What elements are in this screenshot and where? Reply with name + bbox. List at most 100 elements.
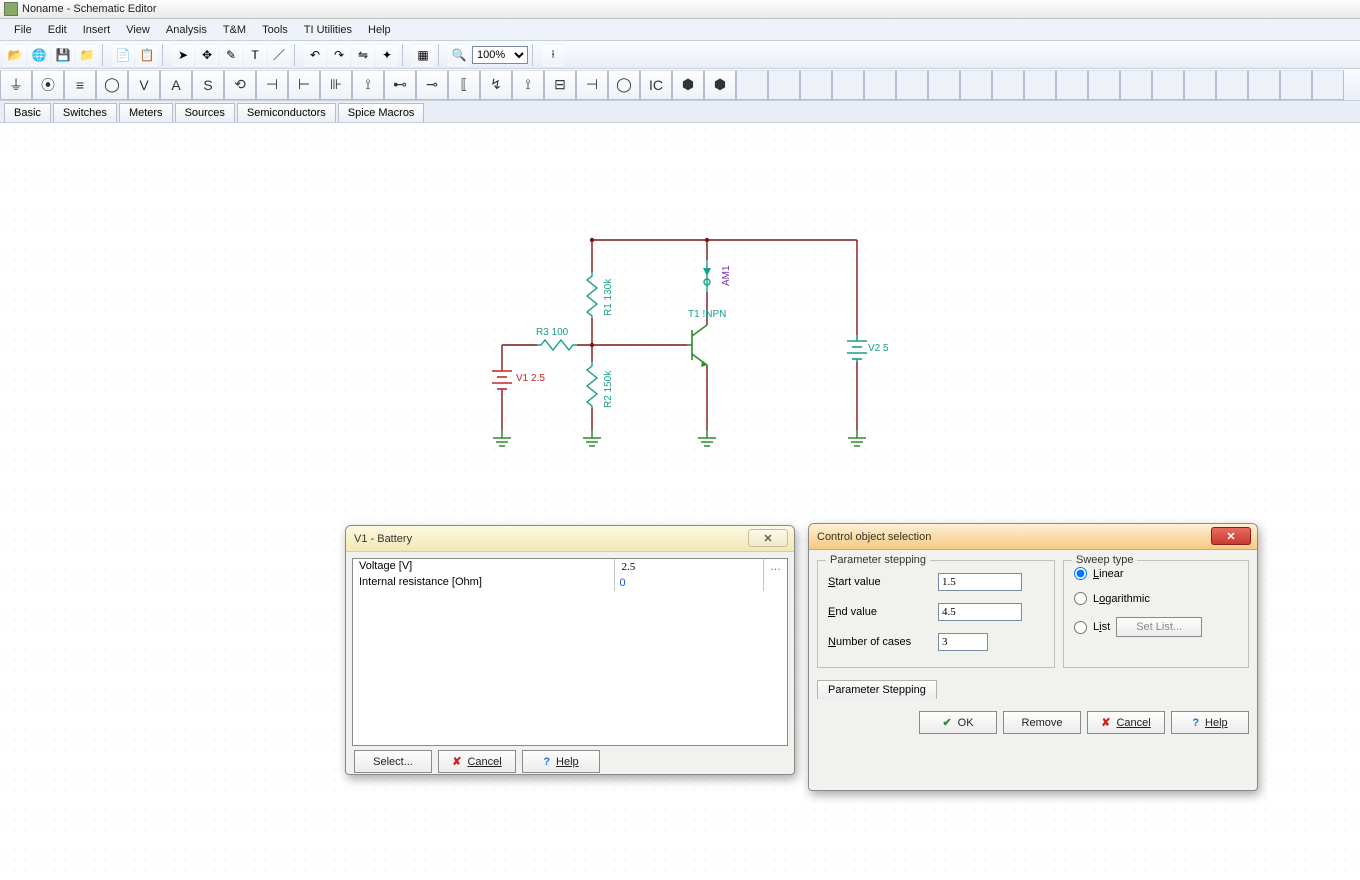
control-object-selection-dialog[interactable]: Control object selection ✕ Parameter ste… xyxy=(808,523,1258,791)
component-jumper-button[interactable]: ⟟ xyxy=(512,70,544,100)
menu-tm[interactable]: T&M xyxy=(215,21,254,39)
cancel-icon: ✘ xyxy=(1101,716,1110,729)
menu-insert[interactable]: Insert xyxy=(75,21,119,39)
sweep-type-fieldset: Sweep type Linear Logarithmic List Set L… xyxy=(1063,560,1249,668)
close-icon[interactable]: ✕ xyxy=(1211,527,1251,545)
component-resistor-button[interactable]: ⟲ xyxy=(224,70,256,100)
menu-edit[interactable]: Edit xyxy=(40,21,75,39)
component-switch-button[interactable]: ↯ xyxy=(480,70,512,100)
draw-line-button[interactable]: ／ xyxy=(268,44,290,66)
flip-horizontal-button[interactable]: ⇋ xyxy=(352,44,374,66)
zoom-tool-button[interactable]: 🔍 xyxy=(448,44,470,66)
property-value[interactable]: 0 xyxy=(615,575,763,591)
close-file-button[interactable]: 📁 xyxy=(76,44,98,66)
component-vsource-button[interactable]: ◯ xyxy=(96,70,128,100)
menu-view[interactable]: View xyxy=(118,21,158,39)
menu-analysis[interactable]: Analysis xyxy=(158,21,215,39)
menu-tools[interactable]: Tools xyxy=(254,21,296,39)
menu-ti-utilities[interactable]: TI Utilities xyxy=(296,21,360,39)
dialog-titlebar[interactable]: Control object selection ✕ xyxy=(809,524,1257,550)
component-port-button[interactable]: ⊣ xyxy=(576,70,608,100)
tab-sources[interactable]: Sources xyxy=(175,103,235,122)
component-battery-button[interactable]: ≡ xyxy=(64,70,96,100)
property-row-voltage[interactable]: Voltage [V] … xyxy=(353,559,787,575)
component-coupled-button[interactable]: ⊷ xyxy=(384,70,416,100)
tab-switches[interactable]: Switches xyxy=(53,103,117,122)
zoom-select[interactable]: 100% xyxy=(472,46,528,64)
component-voltmeter-button[interactable]: V xyxy=(128,70,160,100)
tab-semiconductors[interactable]: Semiconductors xyxy=(237,103,336,122)
select-tool-button[interactable]: ✥ xyxy=(196,44,218,66)
remove-button[interactable]: Remove xyxy=(1003,711,1081,734)
component-opamp-button[interactable]: ◯ xyxy=(608,70,640,100)
component-empty-slot xyxy=(1184,70,1216,100)
property-label: Internal resistance [Ohm] xyxy=(353,575,615,591)
rotate-left-button[interactable]: ↶ xyxy=(304,44,326,66)
start-value-input[interactable] xyxy=(938,573,1022,591)
component-meter1-button[interactable]: ⬢ xyxy=(672,70,704,100)
select-button[interactable]: Select... xyxy=(354,750,432,773)
component-transformer-button[interactable]: ⟟ xyxy=(352,70,384,100)
component-ammeter-button[interactable]: A xyxy=(160,70,192,100)
toolbar-separator xyxy=(162,44,168,66)
component-generator-button[interactable]: S xyxy=(192,70,224,100)
toolbar-separator xyxy=(438,44,444,66)
globe-button[interactable]: 🌐 xyxy=(28,44,50,66)
open-file-button[interactable]: 📂 xyxy=(4,44,26,66)
wire-tool-button[interactable]: ✎ xyxy=(220,44,242,66)
number-of-cases-input[interactable] xyxy=(938,633,988,651)
parameter-stepping-tab[interactable]: Parameter Stepping xyxy=(817,680,937,699)
mirror-button[interactable]: ✦ xyxy=(376,44,398,66)
grid-toggle-button[interactable]: ▦ xyxy=(412,44,434,66)
tab-meters[interactable]: Meters xyxy=(119,103,173,122)
text-tool-button[interactable]: T xyxy=(244,44,266,66)
component-diode-button[interactable]: ⊟ xyxy=(544,70,576,100)
set-list-button: Set List... xyxy=(1116,617,1202,637)
voltage-input[interactable] xyxy=(619,560,759,574)
component-cap-button[interactable]: ⊢ xyxy=(288,70,320,100)
close-icon[interactable]: ✕ xyxy=(748,529,788,547)
cancel-button[interactable]: ✘Cancel xyxy=(438,750,516,773)
ok-button[interactable]: ✔OK xyxy=(919,711,997,734)
tab-basic[interactable]: Basic xyxy=(4,103,51,122)
component-ic-button[interactable]: IC xyxy=(640,70,672,100)
component-meter2-button[interactable]: ⬢ xyxy=(704,70,736,100)
v1-battery-dialog[interactable]: V1 - Battery ✕ Voltage [V] … Internal re… xyxy=(345,525,795,775)
radio-list[interactable]: List Set List... xyxy=(1074,617,1238,637)
component-empty-slot xyxy=(1312,70,1344,100)
help-button[interactable]: ?Help xyxy=(522,750,600,773)
tab-spice-macros[interactable]: Spice Macros xyxy=(338,103,425,122)
radio-linear[interactable]: Linear xyxy=(1074,567,1238,580)
schematic-canvas[interactable]: R1 130k R2 150k R3 100 V1 2.5 V2 5 T1 !N… xyxy=(0,125,1360,880)
component-xfmr2-button[interactable]: ⊸ xyxy=(416,70,448,100)
property-list[interactable]: Voltage [V] … Internal resistance [Ohm] … xyxy=(352,558,788,746)
pointer-tool-button[interactable]: ➤ xyxy=(172,44,194,66)
more-icon[interactable]: … xyxy=(763,559,787,575)
component-empty-slot xyxy=(896,70,928,100)
component-source-button[interactable]: ⦿ xyxy=(32,70,64,100)
dialog-titlebar[interactable]: V1 - Battery ✕ xyxy=(346,526,794,552)
menu-help[interactable]: Help xyxy=(360,21,399,39)
toolbar-separator xyxy=(402,44,408,66)
end-value-input[interactable] xyxy=(938,603,1022,621)
component-ground-button[interactable]: ⏚ xyxy=(0,70,32,100)
save-button[interactable]: 💾 xyxy=(52,44,74,66)
scale-button[interactable]: ⟊ xyxy=(542,44,564,66)
paste-button[interactable]: 📋 xyxy=(136,44,158,66)
cancel-button[interactable]: ✘Cancel xyxy=(1087,711,1165,734)
help-icon: ? xyxy=(1192,717,1199,729)
component-empty-slot xyxy=(1280,70,1312,100)
menu-file[interactable]: File xyxy=(6,21,40,39)
property-row-resistance[interactable]: Internal resistance [Ohm] 0 xyxy=(353,575,787,591)
label-v1: V1 2.5 xyxy=(516,374,545,384)
component-inductor-button[interactable]: ⊪ xyxy=(320,70,352,100)
component-empty-slot xyxy=(928,70,960,100)
component-pot-button[interactable]: ⊣ xyxy=(256,70,288,100)
rotate-right-button[interactable]: ↷ xyxy=(328,44,350,66)
fieldset-legend: Parameter stepping xyxy=(826,554,930,566)
radio-logarithmic[interactable]: Logarithmic xyxy=(1074,592,1238,605)
help-button[interactable]: ?Help xyxy=(1171,711,1249,734)
component-relay-button[interactable]: ⟦ xyxy=(448,70,480,100)
copy-button[interactable]: 📄 xyxy=(112,44,134,66)
label-v2: V2 5 xyxy=(868,344,889,354)
